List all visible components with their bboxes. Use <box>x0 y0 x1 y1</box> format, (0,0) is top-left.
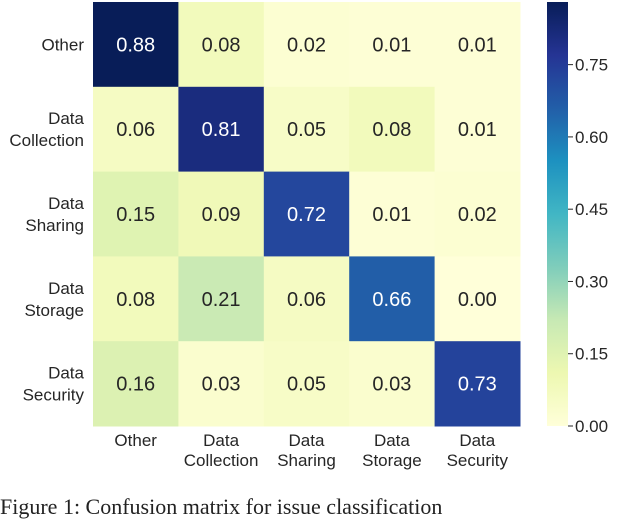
cell-value-label: 0.03 <box>202 374 241 396</box>
cell-value-label: 0.02 <box>287 34 326 56</box>
cell-value-label: 0.08 <box>202 34 241 56</box>
colorbar <box>547 2 568 426</box>
cell-value-label: 0.21 <box>202 289 241 311</box>
cell-value-label: 0.73 <box>458 374 497 396</box>
cell-value-label: 0.00 <box>458 289 497 311</box>
y-tick-label: Data Sharing <box>25 194 84 235</box>
y-tick-label: Data Storage <box>24 279 84 320</box>
y-tick-label: Data Security <box>23 364 85 405</box>
y-tick-label: Other <box>41 35 84 54</box>
cell-value-label: 0.08 <box>372 119 411 141</box>
cell-value-label: 0.02 <box>458 204 497 226</box>
cell-value-label: 0.66 <box>372 289 411 311</box>
figure-caption: Figure 1: Confusion matrix for issue cla… <box>0 494 443 519</box>
cell-value-label: 0.01 <box>458 34 497 56</box>
colorbar-tick-label: 0.00 <box>575 417 608 436</box>
cell-value-label: 0.88 <box>116 34 155 56</box>
cell-value-label: 0.01 <box>372 34 411 56</box>
colorbar-tick-label: 0.30 <box>575 272 608 291</box>
cell-value-label: 0.72 <box>287 204 326 226</box>
cell-value-label: 0.08 <box>116 289 155 311</box>
colorbar-tick-label: 0.15 <box>575 345 608 364</box>
cell-value-label: 0.01 <box>372 204 411 226</box>
cell-value-label: 0.16 <box>116 374 155 396</box>
colorbar-ticks: 0.00 0.15 0.30 0.45 0.60 0.75 <box>568 56 608 436</box>
x-axis-labels: Other Data Collection Data Sharing Data Storag… <box>114 431 508 470</box>
x-tick-label: Data Collection <box>184 431 259 470</box>
cell-value-label: 0.06 <box>287 289 326 311</box>
cell-value-label: 0.03 <box>372 374 411 396</box>
colorbar-tick-label: 0.60 <box>575 128 608 147</box>
y-axis-labels: Other Data Collection Data Sharing Data Storag… <box>9 35 84 404</box>
x-tick-label: Data Security <box>447 431 509 470</box>
cell-value-label: 0.05 <box>287 119 326 141</box>
cell-value-label: 0.05 <box>287 374 326 396</box>
cell-value-label: 0.01 <box>458 119 497 141</box>
cell-value-label: 0.81 <box>202 119 241 141</box>
x-tick-label: Other <box>114 431 157 450</box>
colorbar-tick-label: 0.45 <box>575 200 608 219</box>
cell-value-label: 0.06 <box>116 119 155 141</box>
colorbar-tick-label: 0.75 <box>575 56 608 75</box>
x-tick-label: Data Sharing <box>277 431 336 470</box>
x-tick-label: Data Storage <box>362 431 422 470</box>
confusion-matrix-chart: 0.88 0.08 0.02 0.01 0.01 0.06 0.81 0.05 0.08 0.01… <box>9 2 608 470</box>
heatmap-cells: 0.88 0.08 0.02 0.01 0.01 0.06 0.81 0.05 0.08 0.01… <box>93 2 521 427</box>
cell-value-label: 0.09 <box>202 204 241 226</box>
y-tick-label: Data Collection <box>9 109 84 150</box>
cell-value-label: 0.15 <box>116 204 155 226</box>
